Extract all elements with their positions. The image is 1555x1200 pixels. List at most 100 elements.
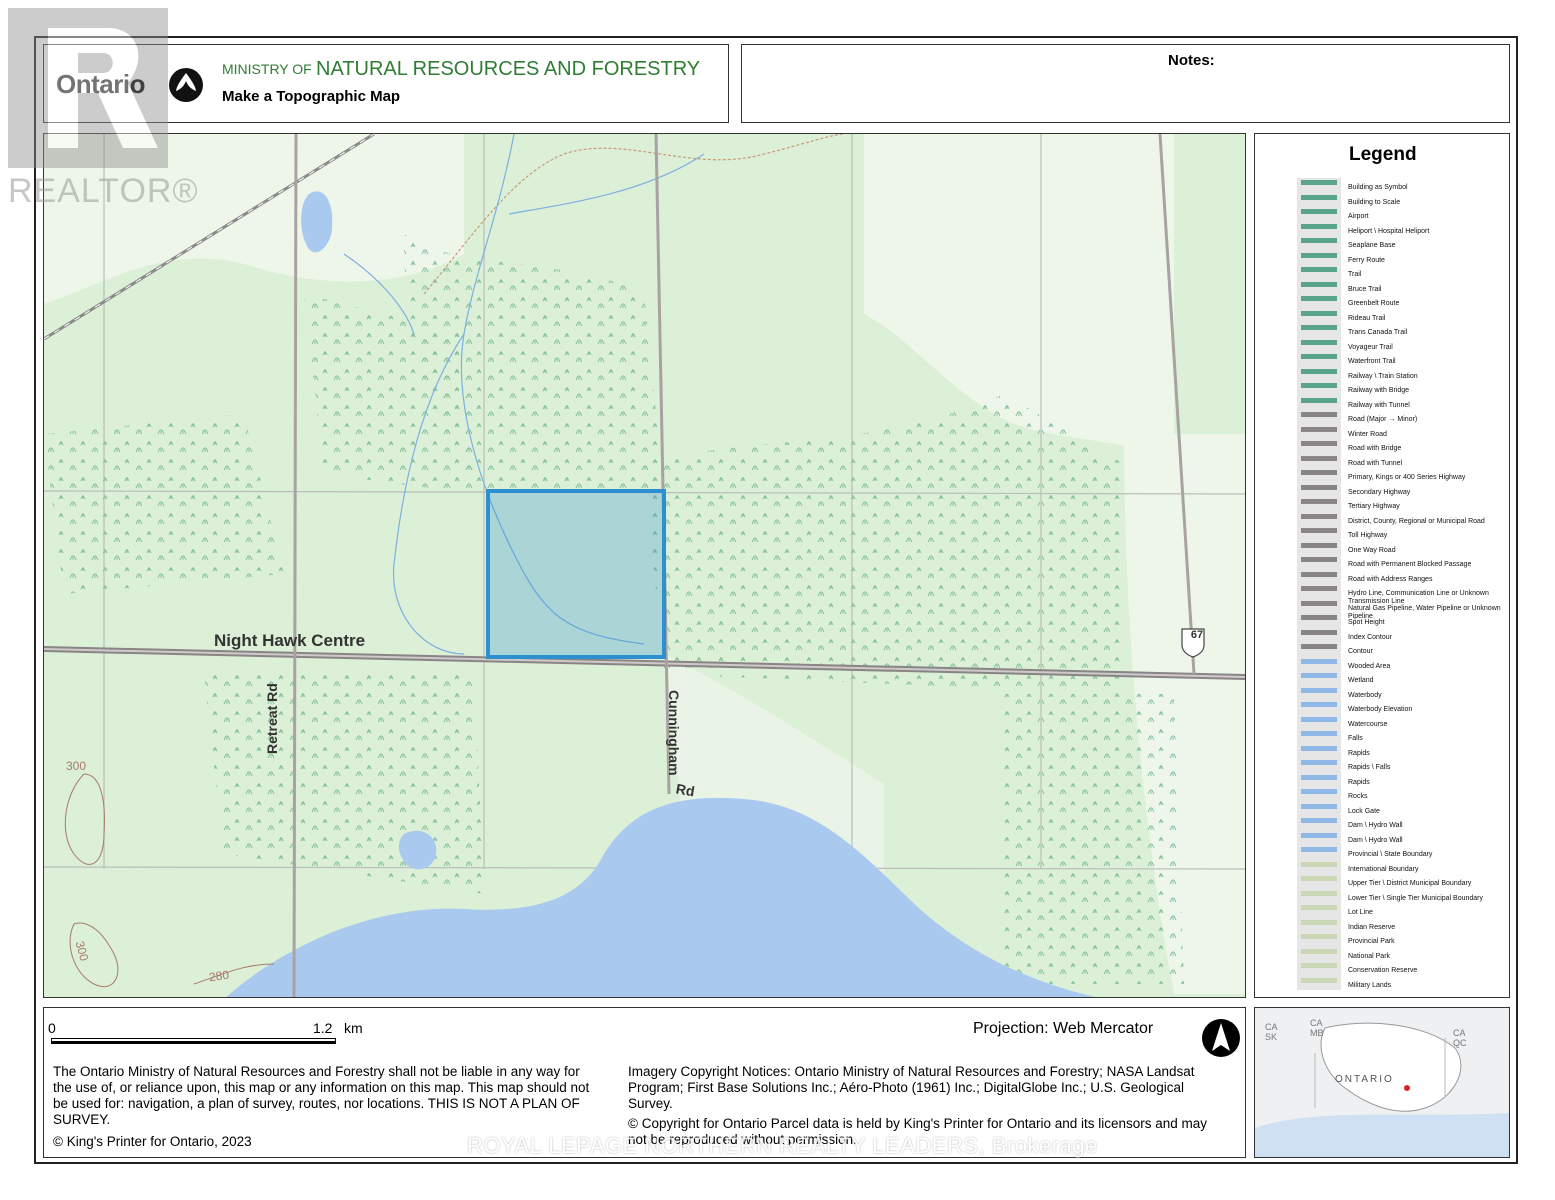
legend-symbol-icon [1301, 977, 1337, 983]
legend-symbol-icon [1301, 470, 1337, 475]
legend-item: Upper Tier \ District Municipal Boundary [1348, 880, 1472, 887]
legend-item: Spot Height [1348, 619, 1385, 626]
legend-symbol-icon [1301, 789, 1337, 794]
legend-symbol-icon [1301, 658, 1337, 664]
legend-item: Road with Permanent Blocked Passage [1348, 561, 1472, 568]
realtor-logo [8, 8, 168, 168]
ontario-trillium-icon [169, 68, 203, 102]
legend-symbol-icon [1301, 484, 1337, 490]
legend-symbol-icon [1301, 774, 1337, 780]
legend-item: Railway with Bridge [1348, 387, 1410, 394]
north-arrow-icon [1202, 1019, 1240, 1057]
realtor-watermark-text: REALTOR® [8, 172, 199, 210]
legend-item: Voyageur Trail [1348, 343, 1393, 351]
kings-printer-copyright: © King's Printer for Ontario, 2023 [53, 1134, 252, 1149]
legend-symbol-icon [1301, 252, 1337, 258]
legend-symbol-icon [1301, 528, 1337, 533]
brokerage-watermark: ROYAL LEPAGE NORTHERN REALTY LEADERS, Br… [467, 1133, 1098, 1158]
legend-symbol-icon [1301, 194, 1337, 200]
wetland-area [44, 414, 284, 594]
legend-item: District, County, Regional or Municipal … [1348, 517, 1485, 525]
legend-item: Waterfront Trail [1348, 358, 1396, 365]
ministry-prefix: MINISTRY OF [222, 61, 312, 77]
projection-label: Projection: Web Mercator [973, 1020, 1154, 1037]
contour-label: 280 [208, 967, 230, 985]
legend-symbol-icon [1301, 948, 1337, 954]
legend-symbol-icon [1301, 499, 1337, 504]
legend-title: Legend [1349, 144, 1417, 165]
legend-item: Greenbelt Route [1348, 300, 1400, 307]
legend-item: Winter Road [1348, 430, 1387, 438]
legend-item: Airport [1348, 213, 1369, 220]
legend-symbol-icon [1301, 702, 1337, 707]
legend-symbol-icon [1301, 383, 1337, 388]
legend-item: Rocks [1348, 793, 1368, 800]
legend-item: Rapids [1348, 749, 1370, 757]
legend-symbol-icon [1301, 296, 1337, 301]
legend-symbol-icon [1301, 687, 1337, 693]
legend-symbol-icon [1301, 818, 1337, 823]
parcel-highlight[interactable] [486, 489, 666, 659]
legend-symbol-icon [1301, 238, 1337, 243]
legend-symbol-icon [1301, 354, 1337, 359]
legend-symbol-icon [1301, 803, 1337, 809]
legend-item: One Way Road [1348, 546, 1396, 554]
legend-symbol-icon [1301, 586, 1337, 591]
legend-item: Military Lands [1348, 981, 1392, 989]
legend-symbol-icon [1301, 905, 1337, 910]
legend-symbol-column [1297, 178, 1341, 990]
legend-item: Lower Tier \ Single Tier Municipal Bound… [1348, 894, 1484, 902]
road-label-night-hawk: Night Hawk Centre [214, 631, 366, 650]
legend-symbol-icon [1301, 644, 1337, 649]
legend-item: Ferry Route [1348, 256, 1385, 264]
legend-symbol-icon [1301, 180, 1337, 185]
legend-item: Conservation Reserve [1348, 967, 1418, 974]
legend-item: Trans Canada Trail [1348, 329, 1408, 336]
legend-item: Trail [1348, 271, 1362, 278]
legend-symbol-icon [1301, 223, 1337, 229]
road-label-cunningham: Cunningham [666, 690, 682, 776]
legend-symbol-icon [1301, 876, 1337, 881]
legend-item: Wetland [1348, 677, 1374, 684]
road-label-cunningham-rd: Rd [674, 780, 696, 800]
legend-item: Tertiary Highway [1348, 503, 1400, 510]
legend-item: Waterbody Elevation [1348, 706, 1413, 713]
legend-symbol-icon [1301, 673, 1337, 678]
legend-symbol-icon [1301, 426, 1337, 432]
legend-item: Railway \ Train Station [1348, 372, 1418, 380]
scale-bar [51, 1038, 336, 1044]
legend-symbol-icon [1301, 455, 1337, 461]
legend-item: Lot Line [1348, 909, 1373, 916]
legend-item: Provincial \ State Boundary [1348, 851, 1433, 858]
legend-symbol-icon [1301, 513, 1337, 519]
legend-symbol-icon [1301, 745, 1337, 751]
inset-locator-map: CA SK CA MB CA QC ONTARIO [1254, 1007, 1510, 1158]
page-subtitle: Make a Topographic Map [222, 88, 401, 105]
legend-symbol-icon [1301, 339, 1337, 345]
imagery-notice: Imagery Copyright Notices: Ontario Minis… [628, 1064, 1195, 1111]
legend-symbol-icon [1301, 890, 1337, 896]
legend-symbol-icon [1301, 963, 1337, 968]
legend-symbol-icon [1301, 571, 1337, 577]
inset-label-sk: CA SK [1265, 1022, 1278, 1042]
legend-panel: Legend Building as Symbol Building to Sca… [1254, 133, 1510, 998]
legend-item: Rapids [1348, 778, 1370, 786]
legend-item: Falls [1348, 735, 1363, 742]
legend-symbol-icon [1301, 847, 1337, 852]
legend-item: Railway with Tunnel [1348, 401, 1410, 409]
legend-symbol-icon [1301, 731, 1337, 736]
legend-symbol-icon [1301, 629, 1337, 635]
scale-distance: 1.2 [313, 1020, 333, 1036]
disclaimer-text: The Ontario Ministry of Natural Resource… [53, 1064, 590, 1127]
legend-symbol-icon [1301, 441, 1337, 446]
legend-item: Waterbody [1348, 691, 1382, 699]
scale-unit: km [344, 1020, 363, 1036]
legend-item: National Park [1348, 952, 1391, 960]
legend-symbol-icon [1301, 832, 1337, 838]
topographic-map[interactable]: Night Hawk Centre 67 Retreat Rd Cunningh… [43, 133, 1246, 998]
legend-symbol-icon [1301, 861, 1337, 867]
ministry-name: NATURAL RESOURCES AND FORESTRY [316, 58, 701, 80]
notes-label: Notes: [1168, 52, 1215, 69]
legend-item: Heliport \ Hospital Heliport [1348, 227, 1430, 235]
road-label-retreat: Retreat Rd [264, 683, 280, 754]
